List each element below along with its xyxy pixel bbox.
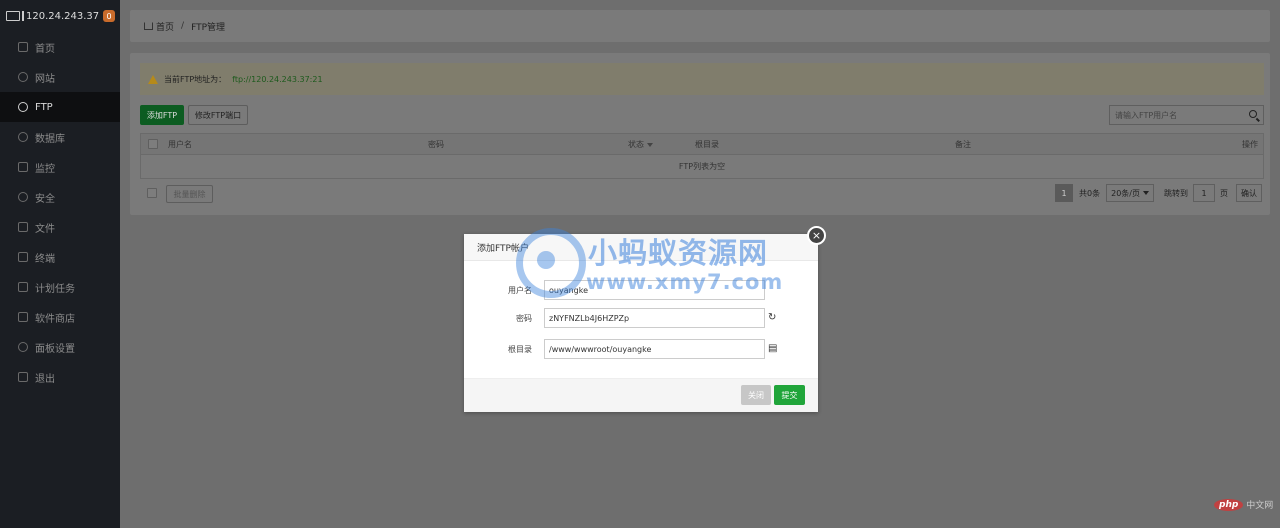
- warning-icon: [148, 74, 158, 84]
- close-button[interactable]: 关闭: [741, 385, 771, 405]
- globe-icon: [18, 72, 28, 82]
- breadcrumb-home[interactable]: 首页: [156, 20, 174, 33]
- ftp-icon: [18, 102, 28, 112]
- sidebar-item-logout[interactable]: 退出: [0, 362, 120, 392]
- add-ftp-button[interactable]: 添加FTP: [140, 105, 184, 125]
- breadcrumb-separator: /: [181, 21, 185, 31]
- total-count: 共0条: [1079, 188, 1101, 198]
- batch-delete-button[interactable]: 批量删除: [166, 185, 213, 203]
- username-label: 用户名: [508, 286, 532, 295]
- header-status[interactable]: 状态: [628, 139, 653, 150]
- password-field[interactable]: zNYFNZLb4J6HZPZp: [544, 308, 765, 328]
- jump-confirm-button[interactable]: 确认: [1236, 184, 1262, 202]
- sidebar-item-database[interactable]: 数据库: [0, 122, 120, 152]
- root-dir-field[interactable]: /www/wwwroot/ouyangke: [544, 339, 765, 359]
- php-cn-logo: php 中文网: [1214, 498, 1273, 511]
- sidebar-item-label: 安全: [35, 193, 55, 205]
- watermark-url: www.xmy7.com: [586, 270, 784, 294]
- sidebar-item-website[interactable]: 网站: [0, 62, 120, 92]
- sidebar-item-label: 文件: [35, 223, 55, 235]
- apps-icon: [18, 312, 28, 322]
- ftp-table: 用户名 密码 状态 根目录 备注 操作 FTP列表为空: [140, 133, 1264, 179]
- sidebar-item-label: 退出: [35, 373, 55, 385]
- settings-icon: [18, 342, 28, 352]
- sidebar-item-ftp[interactable]: FTP: [0, 92, 120, 122]
- password-label: 密码: [516, 314, 532, 323]
- footer-select-checkbox[interactable]: [147, 188, 157, 198]
- sidebar-item-label: 终端: [35, 253, 55, 265]
- sidebar-item-label: 计划任务: [35, 283, 75, 295]
- submit-button[interactable]: 提交: [774, 385, 805, 405]
- sidebar-item-monitor[interactable]: 监控: [0, 152, 120, 182]
- sidebar-item-label: FTP: [35, 101, 53, 113]
- header-status-label: 状态: [628, 140, 644, 149]
- password-row: 密码 zNYFNZLb4J6HZPZp ↻: [464, 308, 818, 328]
- root-dir-label: 根目录: [508, 345, 532, 354]
- breadcrumb: 首页 / FTP管理: [130, 10, 1270, 42]
- sidebar-item-label: 监控: [35, 163, 55, 175]
- header-username: 用户名: [168, 140, 192, 149]
- sidebar-item-store[interactable]: 软件商店: [0, 302, 120, 332]
- monitor-icon: [6, 11, 24, 21]
- server-ip: 120.24.243.37: [26, 10, 100, 22]
- dialog-footer: 关闭 提交: [464, 378, 818, 412]
- sidebar-item-label: 数据库: [35, 133, 65, 145]
- header-note: 备注: [955, 140, 971, 149]
- page-current[interactable]: 1: [1055, 184, 1074, 202]
- watermark-text: 小蚂蚁资源网: [588, 236, 769, 270]
- sidebar-item-label: 网站: [35, 73, 55, 85]
- sidebar-item-settings[interactable]: 面板设置: [0, 332, 120, 362]
- per-page-select[interactable]: 20条/页: [1106, 184, 1154, 202]
- chevron-down-icon: [1143, 191, 1149, 195]
- pagination: 1 共0条 20条/页 跳转到 1 页 确认: [1055, 184, 1262, 202]
- sidebar-item-label: 面板设置: [35, 343, 75, 355]
- shield-icon: [18, 192, 28, 202]
- php-logo-icon: php: [1214, 498, 1244, 511]
- ftp-address-link[interactable]: ftp://120.24.243.37:21: [232, 75, 322, 84]
- select-all-checkbox[interactable]: [148, 139, 158, 149]
- change-ftp-port-button[interactable]: 修改FTP端口: [188, 105, 248, 125]
- folder-open-icon[interactable]: ▤: [768, 343, 777, 354]
- header-ops: 操作: [1242, 140, 1258, 149]
- sidebar: 120.24.243.37 0 首页 网站 FTP 数据库 监控 安全 文件 终…: [0, 0, 120, 528]
- notification-badge[interactable]: 0: [103, 10, 115, 22]
- header-password: 密码: [428, 140, 444, 149]
- terminal-icon: [18, 252, 28, 262]
- sidebar-item-terminal[interactable]: 终端: [0, 242, 120, 272]
- breadcrumb-current: FTP管理: [191, 22, 226, 33]
- search-icon[interactable]: [1249, 110, 1257, 118]
- jump-label: 跳转到: [1164, 188, 1188, 198]
- header-root: 根目录: [695, 140, 719, 149]
- table-empty-row: FTP列表为空: [141, 154, 1263, 178]
- sidebar-item-home[interactable]: 首页: [0, 32, 120, 62]
- calendar-icon: [18, 282, 28, 292]
- watermark-logo-icon: [516, 228, 586, 298]
- monitor-icon: [18, 162, 28, 172]
- database-icon: [18, 132, 28, 142]
- logout-icon: [18, 372, 28, 382]
- close-icon[interactable]: ×: [807, 226, 826, 245]
- table-header: 用户名 密码 状态 根目录 备注 操作: [141, 134, 1263, 154]
- sidebar-item-files[interactable]: 文件: [0, 212, 120, 242]
- sidebar-item-cron[interactable]: 计划任务: [0, 272, 120, 302]
- ftp-panel: 当前FTP地址为： ftp://120.24.243.37:21 添加FTP 修…: [130, 53, 1270, 215]
- sidebar-item-security[interactable]: 安全: [0, 182, 120, 212]
- page-unit: 页: [1220, 188, 1228, 198]
- ftp-address-alert: 当前FTP地址为： ftp://120.24.243.37:21: [140, 63, 1264, 95]
- search-input[interactable]: 请输入FTP用户名: [1115, 110, 1177, 121]
- per-page-value: 20条/页: [1111, 188, 1140, 198]
- folder-icon: [18, 222, 28, 232]
- refresh-icon[interactable]: ↻: [768, 312, 776, 323]
- sidebar-item-label: 首页: [35, 43, 55, 55]
- search-box[interactable]: 请输入FTP用户名: [1109, 105, 1264, 125]
- server-header[interactable]: 120.24.243.37 0: [0, 0, 120, 32]
- alert-label: 当前FTP地址为：: [164, 74, 227, 84]
- sort-caret-icon: [647, 142, 653, 147]
- jump-page-input[interactable]: 1: [1193, 184, 1215, 202]
- php-site-label: 中文网: [1246, 501, 1274, 511]
- home-icon: [18, 42, 28, 52]
- root-dir-row: 根目录 /www/wwwroot/ouyangke ▤: [464, 339, 818, 359]
- sidebar-item-label: 软件商店: [35, 313, 75, 325]
- home-icon: [144, 22, 153, 30]
